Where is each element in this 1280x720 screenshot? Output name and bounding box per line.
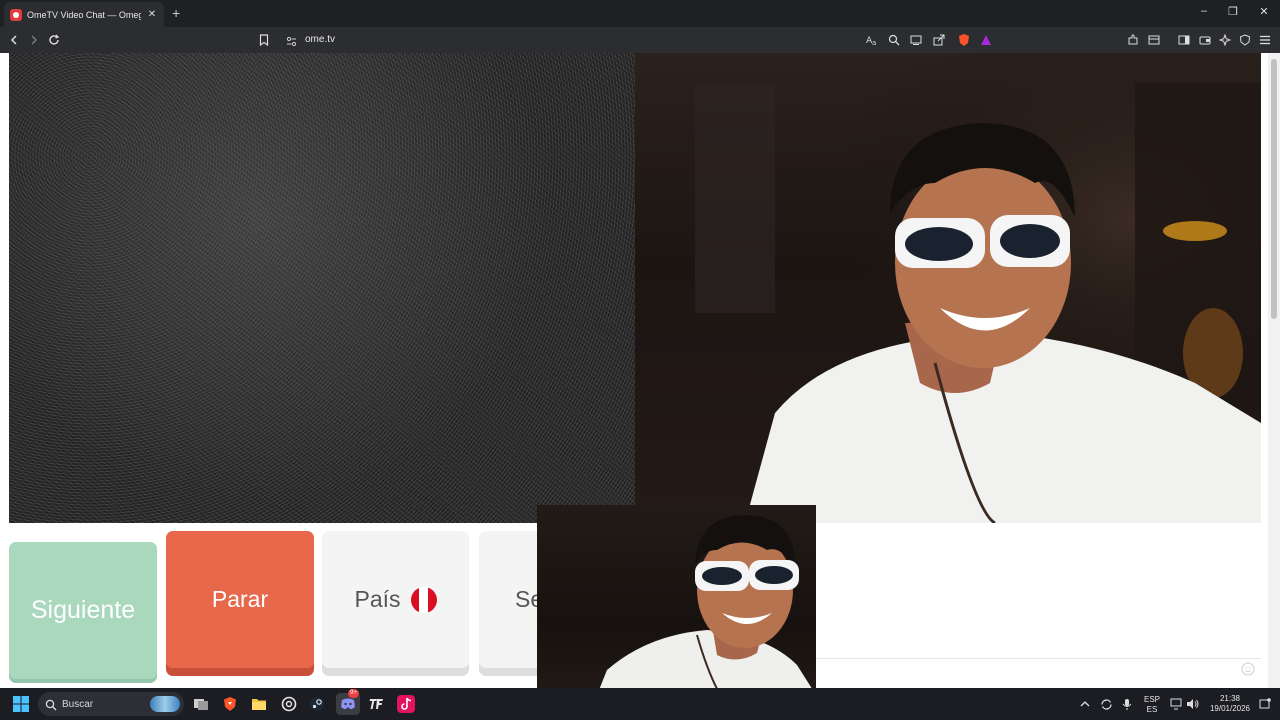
- tab-title: OmeTV Video Chat — Omegle: [27, 9, 141, 20]
- back-arrow-icon[interactable]: [6, 32, 22, 48]
- next-button[interactable]: Siguiente: [9, 542, 157, 679]
- steam-icon[interactable]: [308, 695, 326, 713]
- keyboard-layout-indicator[interactable]: ESP ES: [1141, 695, 1163, 715]
- extensions-icon[interactable]: [1125, 32, 1141, 48]
- lang-top: ESP: [1143, 695, 1160, 704]
- clock-date: 19/01/2026: [1209, 704, 1251, 713]
- task-view-icon[interactable]: [192, 695, 210, 713]
- url-text: ome.tv: [305, 34, 336, 45]
- peru-flag-icon: [410, 586, 437, 613]
- volume-icon[interactable]: [1184, 695, 1202, 713]
- discord-notification-badge: 9+: [348, 689, 359, 698]
- svg-text:a: a: [872, 39, 876, 46]
- windows-start-icon[interactable]: [12, 695, 30, 713]
- browser-tab[interactable]: OmeTV Video Chat — Omegle ✕: [4, 2, 164, 27]
- lang-bottom: ES: [1146, 705, 1158, 714]
- scrollbar-thumb[interactable]: [1271, 59, 1277, 319]
- os-taskbar: Buscar 9+ ESP ES 21:38 19/01/2026: [0, 688, 1280, 720]
- search-placeholder: Buscar: [62, 698, 94, 710]
- stop-button[interactable]: Parar: [166, 531, 314, 668]
- taskbar-search[interactable]: Buscar: [38, 692, 184, 716]
- browser-tab-strip: OmeTV Video Chat — Omegle ✕ + – ❐ ✕: [0, 0, 1280, 27]
- share-icon[interactable]: [931, 32, 947, 48]
- maximize-button[interactable]: ❐: [1226, 5, 1240, 18]
- microphone-icon[interactable]: [1118, 695, 1136, 713]
- brave-shields-icon[interactable]: [956, 32, 972, 48]
- country-button[interactable]: País: [322, 531, 469, 668]
- brave-rewards-icon[interactable]: [978, 32, 994, 48]
- self-camera-person-image: [635, 53, 1261, 523]
- stranger-video-static: [9, 53, 635, 523]
- tab-close-icon[interactable]: ✕: [146, 9, 158, 20]
- menu-icon[interactable]: [1257, 32, 1273, 48]
- leo-ai-icon[interactable]: [1217, 32, 1233, 48]
- zoom-icon[interactable]: [886, 32, 902, 48]
- file-explorer-icon[interactable]: [250, 695, 268, 713]
- brave-browser-taskbar-icon[interactable]: [221, 695, 239, 713]
- site-info-icon[interactable]: [286, 34, 297, 52]
- forward-arrow-icon[interactable]: [26, 32, 42, 48]
- reload-icon[interactable]: [46, 32, 62, 48]
- discord-icon[interactable]: 9+: [336, 689, 360, 715]
- tf-app-icon[interactable]: [368, 695, 386, 713]
- close-window-button[interactable]: ✕: [1257, 5, 1271, 18]
- chatgpt-icon[interactable]: [280, 695, 298, 713]
- cast-icon[interactable]: [908, 32, 924, 48]
- bookmark-icon[interactable]: [256, 32, 272, 48]
- chevron-up-icon[interactable]: [1076, 695, 1094, 713]
- country-label: País: [354, 586, 401, 612]
- sync-icon[interactable]: [1097, 695, 1115, 713]
- chat-input[interactable]: [816, 658, 1261, 680]
- clock-time: 21:38: [1219, 694, 1241, 703]
- search-icon: [45, 698, 57, 716]
- vpn-shield-icon[interactable]: [1237, 32, 1253, 48]
- page-scrollbar[interactable]: [1268, 53, 1280, 688]
- clock[interactable]: 21:38 19/01/2026: [1204, 694, 1256, 714]
- search-highlight-image: [150, 696, 180, 712]
- emoji-icon[interactable]: [1241, 662, 1255, 681]
- sidebar-toggle-icon[interactable]: [1176, 32, 1192, 48]
- wallet-icon[interactable]: [1197, 32, 1213, 48]
- page-margin: [0, 53, 9, 688]
- ometv-favicon-icon: [10, 8, 22, 21]
- new-tab-button[interactable]: +: [172, 5, 184, 21]
- minimize-button[interactable]: –: [1197, 5, 1211, 17]
- translate-icon[interactable]: Aa: [864, 32, 880, 48]
- tiktok-icon[interactable]: [397, 695, 415, 713]
- tab-groups-icon[interactable]: [1146, 32, 1162, 48]
- browser-toolbar: ome.tv Aa: [0, 27, 1280, 53]
- self-camera-video: [635, 53, 1261, 523]
- notifications-icon[interactable]: [1256, 695, 1274, 713]
